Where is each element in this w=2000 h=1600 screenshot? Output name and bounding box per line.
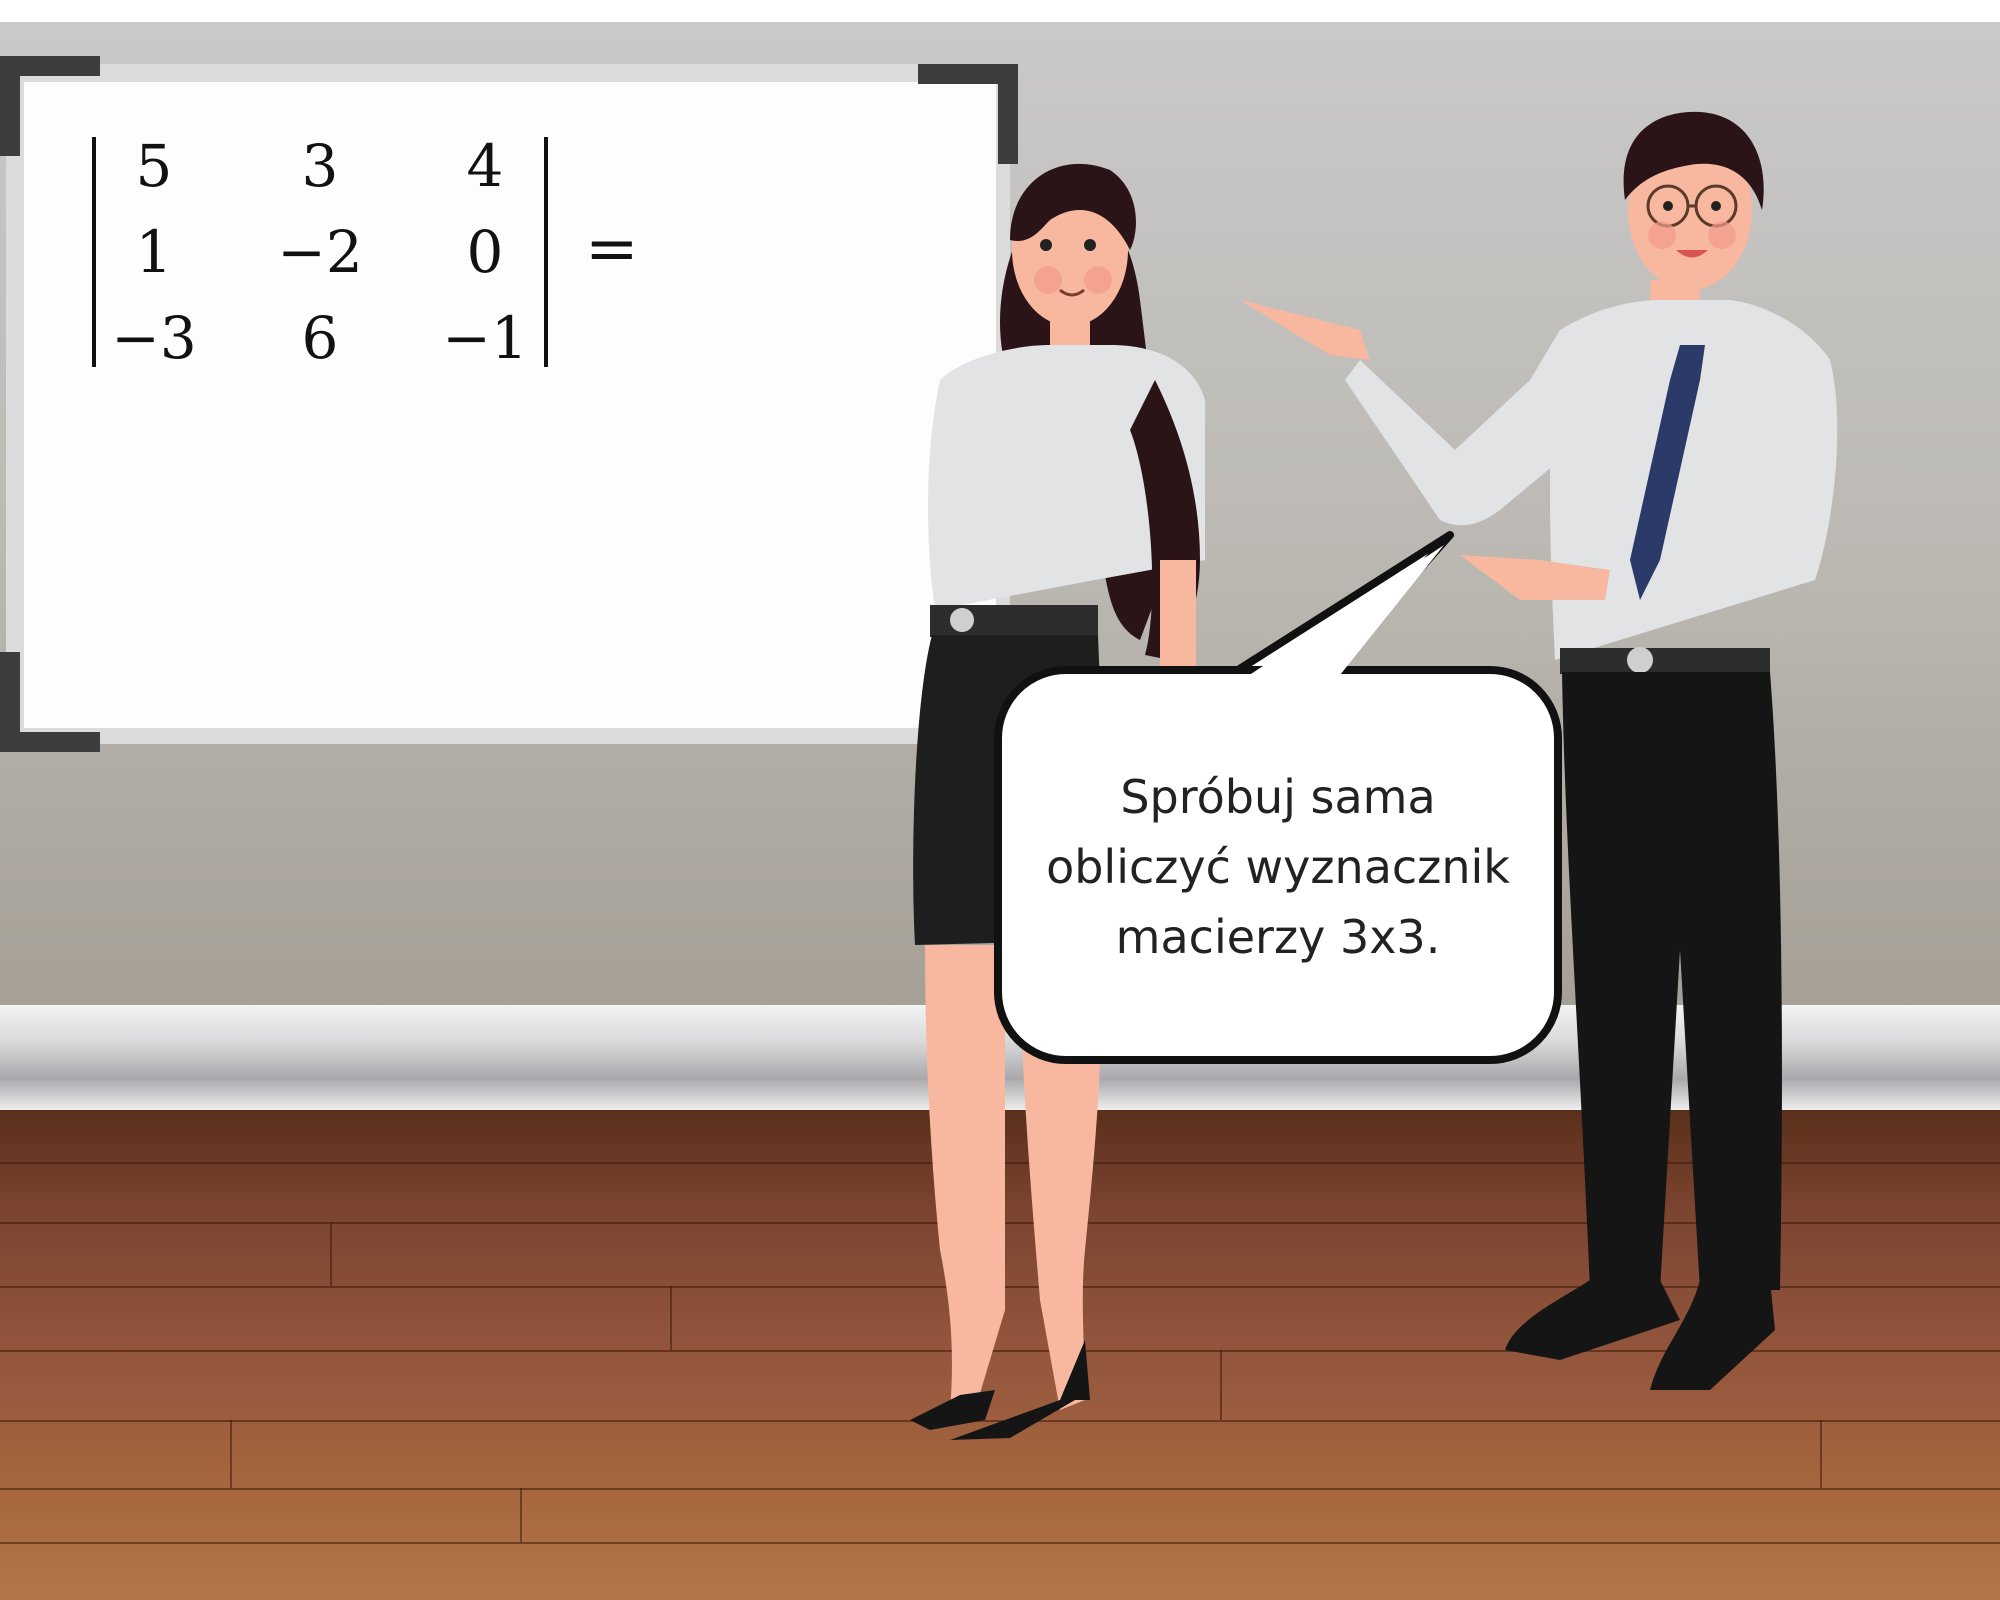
- speech-line: macierzy 3x3.: [1115, 910, 1441, 964]
- floor-plank-line: [0, 1488, 2000, 1490]
- matrix-cell: 4: [466, 132, 504, 200]
- whiteboard-corner: [918, 64, 1018, 164]
- floor-seam: [1220, 1350, 1222, 1420]
- matrix-cell: 0: [466, 218, 504, 286]
- speech-bubble: Spróbuj sama obliczyć wyznacznik macierz…: [994, 666, 1562, 1064]
- whiteboard-corner: [0, 652, 100, 752]
- floor-seam: [520, 1488, 522, 1542]
- matrix-cell: 1: [135, 218, 173, 286]
- matrix-cell: −2: [277, 218, 363, 286]
- floor-seam: [670, 1286, 672, 1350]
- equals-sign: =: [585, 212, 639, 286]
- speech-line: Spróbuj sama: [1120, 770, 1436, 824]
- matrix-cell: 5: [135, 132, 173, 200]
- speech-line: obliczyć wyznacznik: [1046, 840, 1510, 894]
- matrix-cell: 3: [301, 132, 339, 200]
- floor-seam: [1820, 1420, 1822, 1488]
- wooden-floor: [0, 1110, 2000, 1600]
- matrix-cell: −3: [111, 304, 197, 372]
- matrix-determinant: 5 3 4 1 −2 0 −3 6 −1 =: [70, 115, 670, 395]
- floor-seam: [1700, 1162, 1702, 1222]
- floor-plank-line: [0, 1542, 2000, 1544]
- floor-plank-line: [0, 1222, 2000, 1224]
- floor-plank-line: [0, 1286, 2000, 1288]
- matrix-cell: 6: [301, 304, 339, 372]
- floor-seam: [230, 1420, 232, 1488]
- floor-seam: [330, 1222, 332, 1286]
- speech-bubble-text: Spróbuj sama obliczyć wyznacznik macierz…: [1042, 762, 1514, 972]
- classroom-scene: 5 3 4 1 −2 0 −3 6 −1 = Spróbuj sama obli…: [0, 0, 2000, 1600]
- floor-plank-line: [0, 1420, 2000, 1422]
- floor-plank-line: [0, 1350, 2000, 1352]
- matrix-cell: −1: [442, 304, 528, 372]
